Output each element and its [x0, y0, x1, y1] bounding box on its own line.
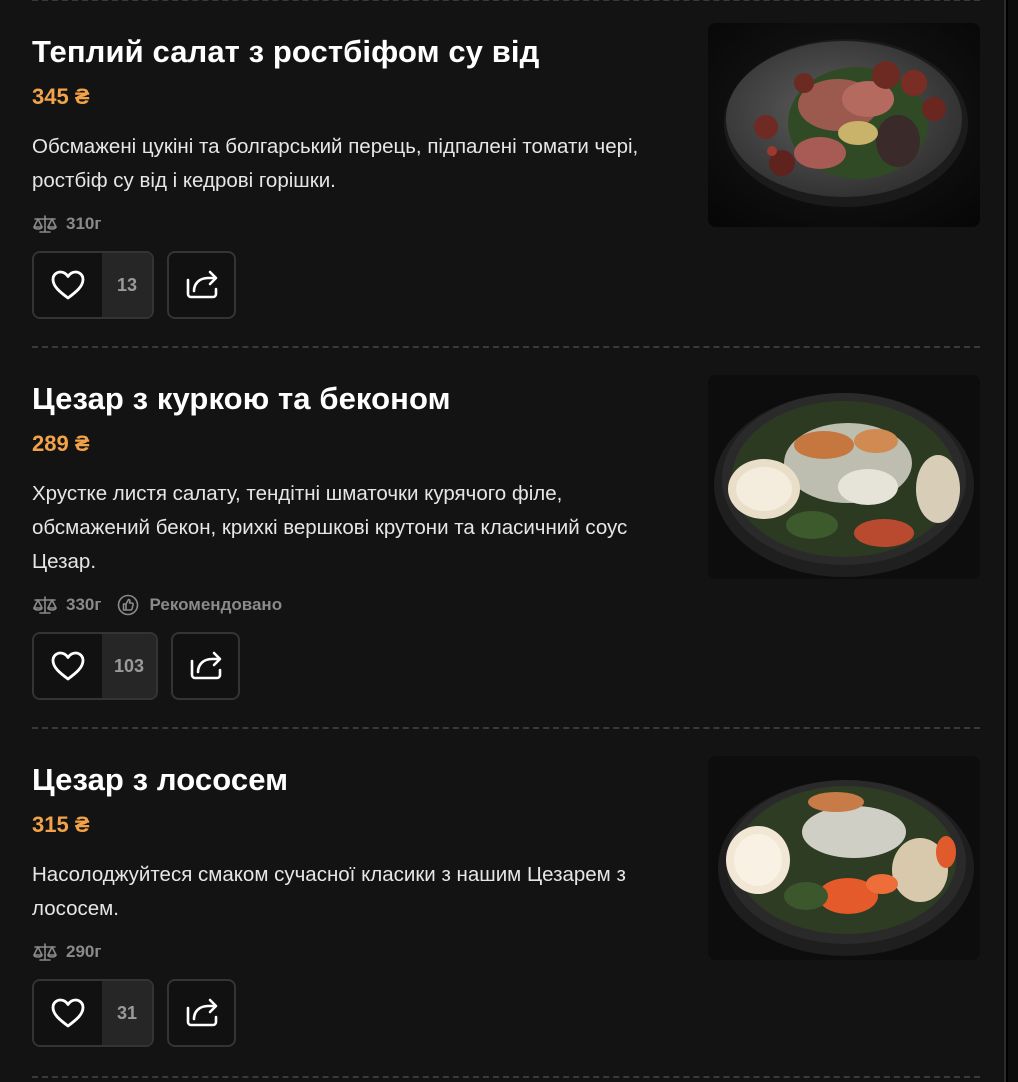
item-actions: 31 — [32, 979, 236, 1047]
item-meta: 330г Рекомендовано — [32, 593, 282, 617]
item-actions: 103 — [32, 632, 241, 700]
share-button[interactable] — [171, 632, 241, 700]
item-title: Цезар з куркою та беконом — [32, 381, 451, 416]
share-button[interactable] — [167, 979, 236, 1047]
share-button[interactable] — [167, 251, 236, 319]
like-button[interactable]: 13 — [32, 251, 154, 319]
like-button[interactable]: 103 — [32, 632, 159, 700]
dish-photo[interactable] — [708, 23, 980, 227]
item-actions: 13 — [32, 251, 236, 319]
item-meta: 310г — [32, 212, 101, 236]
item-title: Теплий салат з ростбіфом су від — [32, 34, 540, 69]
dish-photo[interactable] — [708, 375, 980, 579]
item-weight: 330г — [66, 595, 102, 614]
recommended-badge: Рекомендовано — [117, 594, 282, 616]
scale-icon — [32, 595, 58, 615]
item-price: 315 ₴ — [32, 812, 90, 837]
recommended-label: Рекомендовано — [149, 595, 283, 614]
dish-photo[interactable] — [708, 756, 980, 960]
item-description: Насолоджуйтеся смаком сучасної класики з… — [32, 863, 626, 920]
item-description: Обсмажені цукіні та болгарський перець, … — [32, 135, 639, 192]
heart-icon[interactable] — [34, 253, 102, 317]
scale-icon — [32, 214, 58, 234]
share-icon — [188, 647, 224, 686]
item-price: 345 ₴ — [32, 84, 90, 109]
item-meta: 290г — [32, 940, 101, 964]
item-weight: 290г — [66, 942, 102, 961]
item-description: Хрустке листя салату, тендітні шматочки … — [32, 482, 628, 573]
like-button[interactable]: 31 — [32, 979, 154, 1047]
share-icon — [184, 994, 220, 1033]
like-count: 103 — [102, 634, 157, 698]
share-icon — [184, 266, 220, 305]
scale-icon — [32, 942, 58, 962]
scrollbar-track[interactable] — [1008, 0, 1018, 1082]
like-count: 13 — [102, 253, 152, 317]
divider — [32, 0, 980, 1]
item-weight: 310г — [66, 214, 102, 233]
heart-icon[interactable] — [34, 634, 102, 698]
heart-icon[interactable] — [34, 981, 102, 1045]
like-count: 31 — [102, 981, 152, 1045]
divider — [32, 1076, 980, 1078]
divider — [32, 346, 980, 348]
thumb-icon — [117, 594, 139, 616]
item-price: 289 ₴ — [32, 431, 90, 456]
divider — [32, 727, 980, 729]
item-title: Цезар з лососем — [32, 762, 289, 797]
menu-list: Теплий салат з ростбіфом су від 345 ₴ Об… — [0, 0, 1006, 1082]
